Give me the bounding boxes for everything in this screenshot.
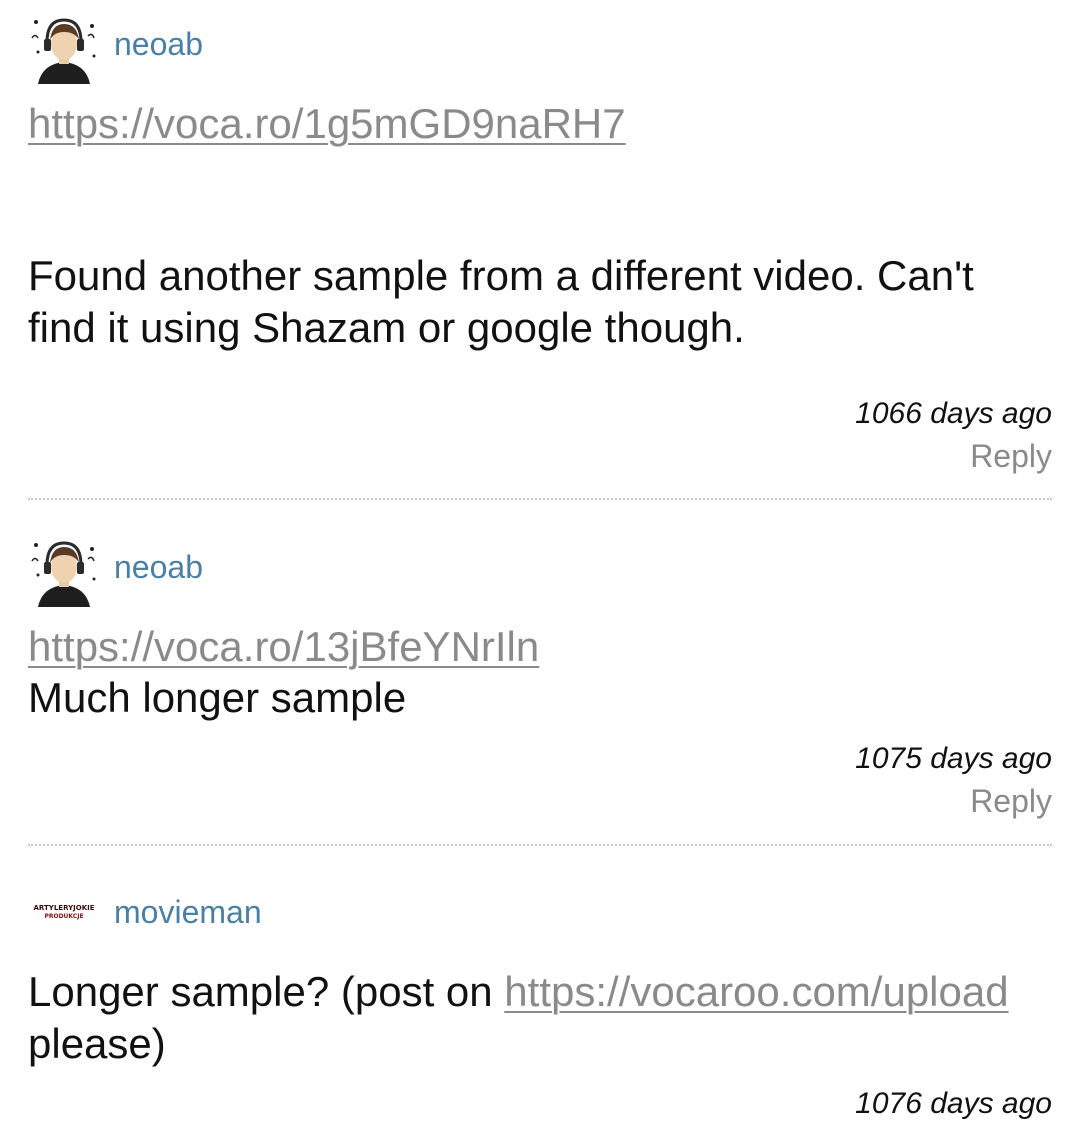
comment-text: Much longer sample bbox=[28, 674, 407, 721]
avatar[interactable] bbox=[28, 12, 100, 84]
comment-header: neoab bbox=[28, 12, 1052, 84]
comment-body: https://voca.ro/13jBfeYNrIln bbox=[28, 621, 1052, 673]
comment-timestamp: 1066 days ago bbox=[855, 397, 1052, 430]
comment-text-after: please) bbox=[28, 1020, 166, 1067]
comment-divider bbox=[28, 498, 1052, 500]
artylerystarsky-logo-avatar-icon: ARTYLERYJOKIE PRODUKCJE bbox=[28, 880, 100, 952]
comment-body: https://voca.ro/1g5mGD9naRH7 bbox=[28, 98, 1052, 150]
headphones-person-avatar-icon bbox=[28, 12, 100, 84]
logo-text-line-2: PRODUKCJE bbox=[44, 913, 83, 920]
avatar[interactable]: ARTYLERYJOKIE PRODUKCJE bbox=[28, 880, 100, 952]
avatar[interactable] bbox=[28, 535, 100, 607]
username-link[interactable]: neoab bbox=[114, 26, 203, 62]
username-link[interactable]: neoab bbox=[114, 549, 203, 585]
comment: neoab https://voca.ro/13jBfeYNrIln Much … bbox=[28, 535, 1052, 825]
reply-button[interactable]: Reply bbox=[970, 437, 1052, 475]
comment-text-before: Longer sample? (post on bbox=[28, 968, 505, 1015]
reply-button[interactable]: Reply bbox=[970, 782, 1052, 820]
logo-text-line-1: ARTYLERYJOKIE bbox=[33, 904, 94, 912]
comment-link[interactable]: https://voca.ro/13jBfeYNrIln bbox=[28, 623, 539, 670]
comment-text: Found another sample from a different vi… bbox=[28, 252, 974, 351]
comment-divider bbox=[28, 844, 1052, 846]
comment: neoab https://voca.ro/1g5mGD9naRH7 Found… bbox=[28, 12, 1052, 482]
username-link[interactable]: movieman bbox=[114, 894, 262, 930]
comment-timestamp: 1075 days ago bbox=[855, 742, 1052, 775]
comment-link[interactable]: https://voca.ro/1g5mGD9naRH7 bbox=[28, 100, 626, 147]
comment-link[interactable]: https://vocaroo.com/upload bbox=[504, 968, 1008, 1015]
comment-header: neoab bbox=[28, 535, 1052, 607]
comment-header: ARTYLERYJOKIE PRODUKCJE movieman bbox=[28, 880, 1052, 952]
headphones-person-avatar-icon bbox=[28, 535, 100, 607]
comment: ARTYLERYJOKIE PRODUKCJE movieman Longer … bbox=[28, 880, 1052, 1124]
comment-body: Longer sample? (post on https://vocaroo.… bbox=[28, 966, 1052, 1070]
comment-timestamp: 1076 days ago bbox=[855, 1087, 1052, 1120]
